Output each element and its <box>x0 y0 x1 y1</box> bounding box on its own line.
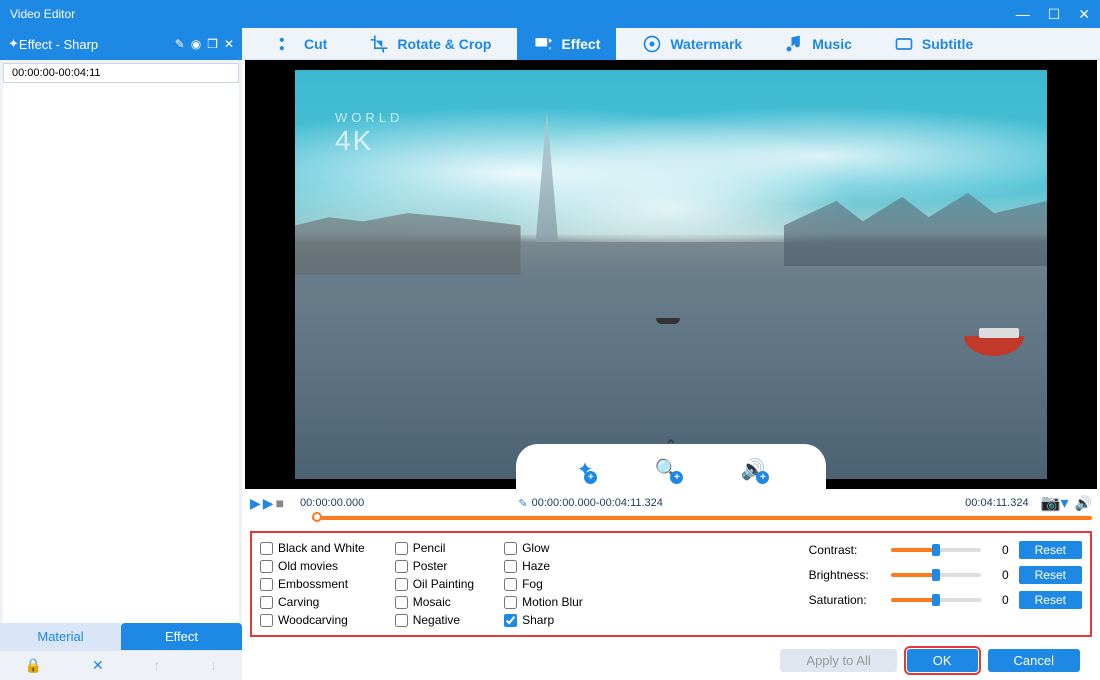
saturation-label: Saturation: <box>809 593 881 607</box>
saturation-reset-button[interactable]: Reset <box>1019 591 1082 609</box>
cancel-button[interactable]: Cancel <box>988 649 1080 672</box>
ribbon-music[interactable]: Music <box>768 28 868 60</box>
time-range: 00:00:00.000-00:04:11.324 <box>518 497 663 510</box>
panel-title: Effect - Sharp <box>19 37 98 52</box>
effect-checkbox-haze[interactable]: Haze <box>504 559 583 573</box>
copy-icon[interactable]: ❐ <box>207 37 218 51</box>
panel-header: ✦ Effect - Sharp ✎ ◉ ❐ ✕ <box>0 28 242 60</box>
move-up-icon: ↑ <box>153 657 160 674</box>
play-button[interactable]: ▶ <box>250 495 261 512</box>
eye-icon[interactable]: ◉ <box>191 37 201 51</box>
close-button[interactable]: ✕ <box>1078 6 1090 23</box>
effect-checkbox-sharp[interactable]: Sharp <box>504 613 583 627</box>
music-icon <box>784 34 804 54</box>
delete-icon[interactable]: ✕ <box>92 657 104 674</box>
timeline-bar: ▶ ▶ ■ 00:00:00.000 00:00:00.000-00:04:11… <box>242 489 1100 515</box>
preview-area: WORLD 4K ⌃ ✦+ 🔍+ 🔊+ <box>245 60 1097 489</box>
zoom-add-icon[interactable]: 🔍+ <box>654 457 679 482</box>
move-down-icon: ↓ <box>210 657 217 674</box>
ribbon-rotate-crop[interactable]: Rotate & Crop <box>353 28 507 60</box>
effect-checkbox-oil-painting[interactable]: Oil Painting <box>395 577 474 591</box>
effect-checkbox-old-movies[interactable]: Old movies <box>260 559 365 573</box>
contrast-slider[interactable] <box>891 548 981 552</box>
effect-icon <box>533 34 553 54</box>
side-toolbar: 🔒 ✕ ↑ ↓ <box>0 650 242 680</box>
volume-icon[interactable]: 🔊 <box>1075 495 1092 512</box>
ribbon-effect[interactable]: Effect <box>517 28 616 60</box>
ribbon-watermark[interactable]: Watermark <box>626 28 758 60</box>
edit-icon[interactable]: ✎ <box>175 37 185 51</box>
wand-add-icon[interactable]: ✦+ <box>577 457 594 482</box>
contrast-label: Contrast: <box>809 543 881 557</box>
ribbon-subtitle[interactable]: Subtitle <box>878 28 989 60</box>
effect-checkbox-pencil[interactable]: Pencil <box>395 541 474 555</box>
saturation-slider[interactable] <box>891 598 981 602</box>
maximize-button[interactable]: ☐ <box>1048 6 1061 23</box>
effects-panel: Black and White Old movies Embossment Carvi… <box>250 531 1092 637</box>
ok-button[interactable]: OK <box>907 649 978 672</box>
effect-checkbox-poster[interactable]: Poster <box>395 559 474 573</box>
brightness-label: Brightness: <box>809 568 881 582</box>
watermark-icon <box>642 34 662 54</box>
preview-watermark: WORLD 4K <box>335 110 403 157</box>
ribbon: Cut Rotate & Crop Effect Watermark Music… <box>242 28 1100 60</box>
brightness-reset-button[interactable]: Reset <box>1019 566 1082 584</box>
clip-time: 00:00:00-00:04:11 <box>12 67 100 79</box>
panel-close-icon[interactable]: ✕ <box>224 37 234 51</box>
crop-icon <box>369 34 389 54</box>
contrast-reset-button[interactable]: Reset <box>1019 541 1082 559</box>
preview-controls: ⌃ ✦+ 🔍+ 🔊+ <box>516 444 826 490</box>
effect-checkbox-fog[interactable]: Fog <box>504 577 583 591</box>
stop-button[interactable]: ■ <box>276 495 284 512</box>
preview-image: WORLD 4K <box>295 70 1047 479</box>
contrast-value: 0 <box>991 543 1009 557</box>
effect-checkbox-carving[interactable]: Carving <box>260 595 365 609</box>
ribbon-cut[interactable]: Cut <box>260 28 343 60</box>
effect-checkbox-negative[interactable]: Negative <box>395 613 474 627</box>
audio-add-icon[interactable]: 🔊+ <box>741 457 766 482</box>
effect-checkbox-black-and-white[interactable]: Black and White <box>260 541 365 555</box>
tab-effect[interactable]: Effect <box>121 623 242 650</box>
time-start: 00:00:00.000 <box>300 497 364 509</box>
brightness-slider[interactable] <box>891 573 981 577</box>
subtitle-icon <box>894 34 914 54</box>
camera-icon[interactable]: 📷▾ <box>1041 493 1069 513</box>
effect-checkbox-mosaic[interactable]: Mosaic <box>395 595 474 609</box>
scissors-icon <box>276 34 296 54</box>
time-end: 00:04:11.324 <box>965 497 1028 509</box>
sidebar: ✦ Effect - Sharp ✎ ◉ ❐ ✕ 00:00:00-00:04:… <box>0 28 242 680</box>
apply-to-all-button[interactable]: Apply to All <box>780 649 896 672</box>
minimize-button[interactable]: — <box>1016 6 1030 23</box>
effect-checkbox-woodcarving[interactable]: Woodcarving <box>260 613 365 627</box>
footer-buttons: Apply to All OK Cancel <box>242 641 1100 680</box>
effect-checkbox-motion-blur[interactable]: Motion Blur <box>504 595 583 609</box>
effect-checkbox-glow[interactable]: Glow <box>504 541 583 555</box>
saturation-value: 0 <box>991 593 1009 607</box>
lock-icon[interactable]: 🔒 <box>25 657 42 674</box>
window-title: Video Editor <box>10 7 75 21</box>
clip-entry[interactable]: 00:00:00-00:04:11 <box>3 63 239 83</box>
play-next-button[interactable]: ▶ <box>263 495 274 512</box>
chevron-up-icon[interactable]: ⌃ <box>664 436 677 456</box>
effect-checkbox-embossment[interactable]: Embossment <box>260 577 365 591</box>
sidebar-fill <box>3 83 239 623</box>
brightness-value: 0 <box>991 568 1009 582</box>
wand-icon: ✦ <box>8 36 19 52</box>
timeline-slider[interactable] <box>312 515 1092 521</box>
titlebar: Video Editor — ☐ ✕ <box>0 0 1100 28</box>
tab-material[interactable]: Material <box>0 623 121 650</box>
